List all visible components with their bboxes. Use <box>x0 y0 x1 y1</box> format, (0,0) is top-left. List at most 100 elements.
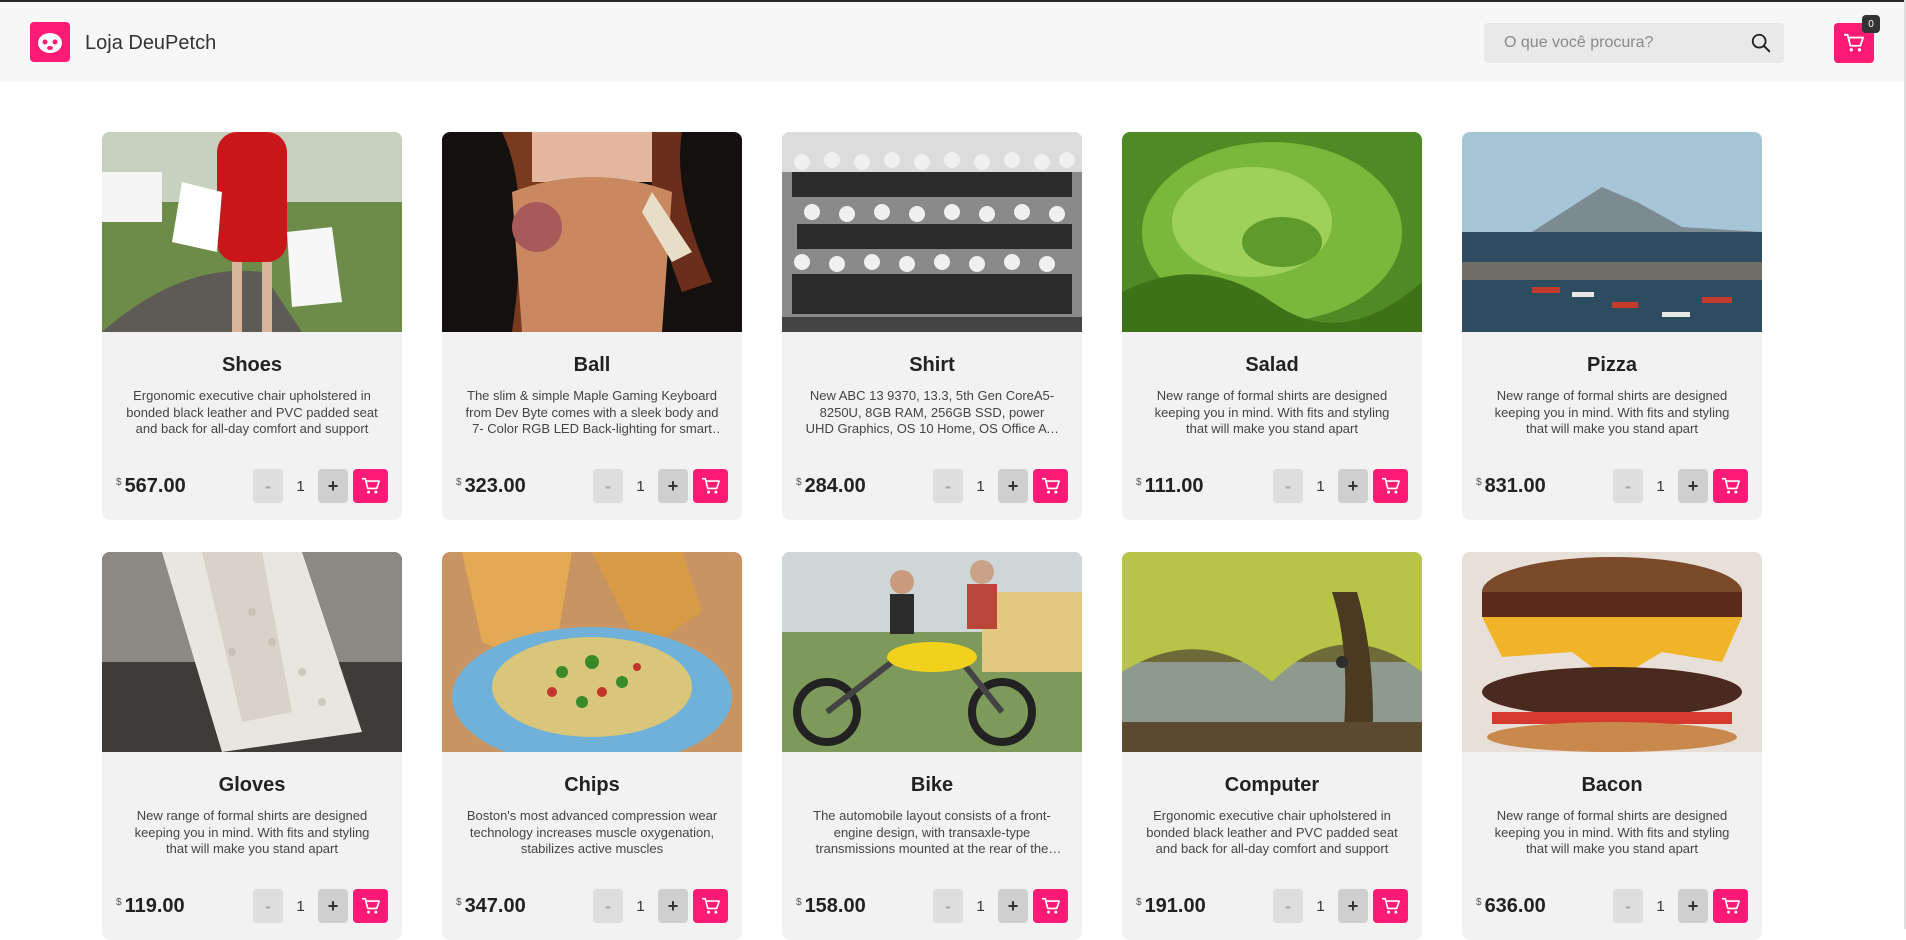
quantity-stepper: - 1 + <box>1613 889 1748 923</box>
product-image-chips[interactable] <box>442 552 742 752</box>
currency-symbol: $ <box>796 896 802 908</box>
product-footer: $ 323.00 - 1 + <box>456 468 728 504</box>
cart-icon <box>361 477 380 494</box>
product-name: Computer <box>1224 774 1320 796</box>
quantity-stepper: - 1 + <box>593 469 728 503</box>
increase-quantity-button[interactable]: + <box>1338 469 1368 503</box>
product-description: New ABC 13 9370, 13.3, 5th Gen CoreA5-82… <box>805 388 1059 438</box>
cart-icon <box>1041 477 1060 494</box>
product-name: Bike <box>910 774 954 796</box>
increase-quantity-button[interactable]: + <box>1338 889 1368 923</box>
product-image-gloves[interactable] <box>102 552 402 752</box>
product-card-bacon: Bacon New range of formal shirts are des… <box>1462 552 1762 940</box>
add-to-cart-button[interactable] <box>1373 469 1408 503</box>
add-to-cart-button[interactable] <box>1713 469 1748 503</box>
decrease-quantity-button[interactable]: - <box>933 469 963 503</box>
product-description: New range of formal shirts are designed … <box>1154 388 1390 436</box>
product-price: $ 636.00 <box>1476 895 1546 918</box>
product-image-ball[interactable] <box>442 132 742 332</box>
product-image-shoes[interactable] <box>102 132 402 332</box>
increase-quantity-button[interactable]: + <box>1678 889 1708 923</box>
add-to-cart-button[interactable] <box>1373 889 1408 923</box>
currency-symbol: $ <box>116 476 122 488</box>
quantity-value: 1 <box>296 477 305 495</box>
currency-symbol: $ <box>456 896 462 908</box>
decrease-quantity-button[interactable]: - <box>933 889 963 923</box>
decrease-quantity-button[interactable]: - <box>1273 889 1303 923</box>
product-name: Pizza <box>1586 354 1638 376</box>
add-to-cart-button[interactable] <box>353 469 388 503</box>
increase-quantity-button[interactable]: + <box>998 469 1028 503</box>
product-description: Boston's most advanced compression wear … <box>466 808 718 856</box>
product-price: $ 191.00 <box>1136 895 1206 918</box>
decrease-quantity-button[interactable]: - <box>1613 469 1643 503</box>
cart-icon <box>1721 477 1740 494</box>
product-card-pizza: Pizza New range of formal shirts are des… <box>1462 132 1762 520</box>
cart-icon <box>701 477 720 494</box>
increase-quantity-button[interactable]: + <box>1678 469 1708 503</box>
product-footer: $ 111.00 - 1 + <box>1136 468 1408 504</box>
add-to-cart-button[interactable] <box>1033 469 1068 503</box>
product-card-ball: Ball The slim & simple Maple Gaming Keyb… <box>442 132 742 520</box>
decrease-quantity-button[interactable]: - <box>1273 469 1303 503</box>
increase-quantity-button[interactable]: + <box>318 889 348 923</box>
add-to-cart-button[interactable] <box>693 469 728 503</box>
currency-symbol: $ <box>796 476 802 488</box>
product-image-computer[interactable] <box>1122 552 1422 752</box>
currency-symbol: $ <box>1136 476 1142 488</box>
product-image-pizza[interactable] <box>1462 132 1762 332</box>
product-price: $ 567.00 <box>116 475 186 498</box>
decrease-quantity-button[interactable]: - <box>253 889 283 923</box>
product-image-shirt[interactable] <box>782 132 1082 332</box>
price-amount: 831.00 <box>1484 474 1546 497</box>
product-price: $ 831.00 <box>1476 475 1546 498</box>
product-price: $ 347.00 <box>456 895 526 918</box>
product-card-gloves: Gloves New range of formal shirts are de… <box>102 552 402 940</box>
decrease-quantity-button[interactable]: - <box>593 889 623 923</box>
product-description: The automobile layout consists of a fron… <box>813 808 1051 858</box>
product-footer: $ 119.00 - 1 + <box>116 888 388 924</box>
product-image-bacon[interactable] <box>1462 552 1762 752</box>
product-description: New range of formal shirts are designed … <box>1494 388 1730 436</box>
currency-symbol: $ <box>456 476 462 488</box>
site-header: Loja DeuPetch 0 <box>0 2 1906 82</box>
quantity-value: 1 <box>1316 477 1325 495</box>
product-price: $ 284.00 <box>796 475 866 498</box>
price-amount: 111.00 <box>1144 474 1204 497</box>
product-footer: $ 831.00 - 1 + <box>1476 468 1748 504</box>
add-to-cart-button[interactable] <box>1713 889 1748 923</box>
decrease-quantity-button[interactable]: - <box>253 469 283 503</box>
increase-quantity-button[interactable]: + <box>318 469 348 503</box>
product-name: Shoes <box>221 354 283 376</box>
store-name[interactable]: Loja DeuPetch <box>85 32 216 55</box>
quantity-stepper: - 1 + <box>933 469 1068 503</box>
store-logo[interactable] <box>30 22 70 62</box>
add-to-cart-button[interactable] <box>1033 889 1068 923</box>
increase-quantity-button[interactable]: + <box>658 889 688 923</box>
currency-symbol: $ <box>1476 896 1482 908</box>
search-input[interactable] <box>1484 23 1734 63</box>
add-to-cart-button[interactable] <box>693 889 728 923</box>
increase-quantity-button[interactable]: + <box>658 469 688 503</box>
currency-symbol: $ <box>1136 896 1142 908</box>
product-image-bike[interactable] <box>782 552 1082 752</box>
product-description: Ergonomic executive chair upholstered in… <box>126 388 378 436</box>
price-amount: 191.00 <box>1144 894 1206 917</box>
increase-quantity-button[interactable]: + <box>998 889 1028 923</box>
product-description: Ergonomic executive chair upholstered in… <box>1146 808 1398 856</box>
price-amount: 119.00 <box>124 894 185 917</box>
quantity-stepper: - 1 + <box>253 469 388 503</box>
quantity-value: 1 <box>1316 897 1325 915</box>
product-name: Bacon <box>1581 774 1643 796</box>
quantity-value: 1 <box>636 897 645 915</box>
search-icon[interactable] <box>1750 32 1772 54</box>
product-name: Shirt <box>909 354 955 376</box>
product-footer: $ 191.00 - 1 + <box>1136 888 1408 924</box>
price-amount: 636.00 <box>1484 894 1546 917</box>
add-to-cart-button[interactable] <box>353 889 388 923</box>
cart-icon <box>1844 33 1864 52</box>
decrease-quantity-button[interactable]: - <box>593 469 623 503</box>
decrease-quantity-button[interactable]: - <box>1613 889 1643 923</box>
product-image-salad[interactable] <box>1122 132 1422 332</box>
cart-icon <box>1381 477 1400 494</box>
